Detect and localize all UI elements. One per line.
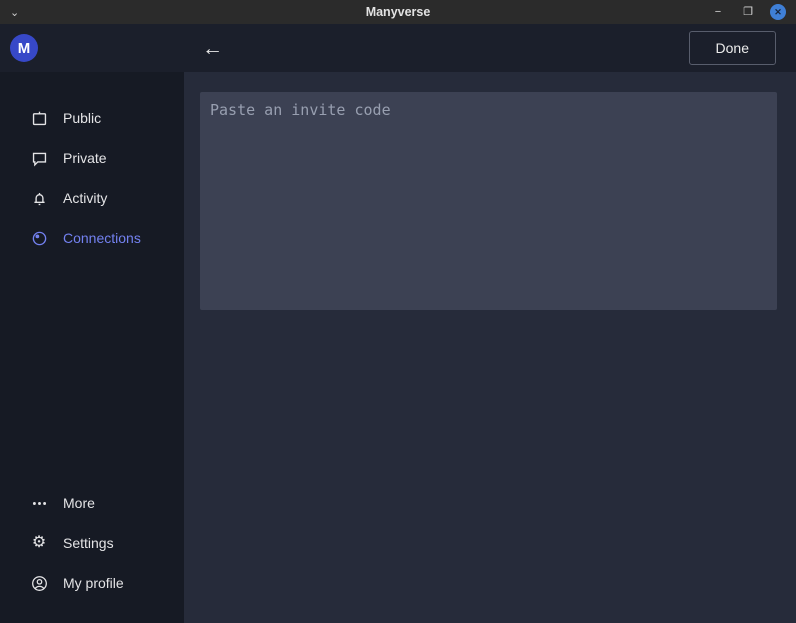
settings-icon: ⚙ <box>30 534 48 552</box>
main-area <box>184 72 796 623</box>
back-arrow-icon[interactable]: ← <box>202 38 223 59</box>
activity-icon <box>30 189 48 207</box>
close-button[interactable]: ✕ <box>770 4 786 20</box>
restore-button[interactable]: ❐ <box>740 4 756 20</box>
sidebar-item-public[interactable]: Public <box>0 98 184 138</box>
window-menu-chevron-icon[interactable]: ⌄ <box>10 6 19 19</box>
sidebar-item-label: Settings <box>63 535 114 551</box>
sidebar-item-label: My profile <box>63 575 124 591</box>
titlebar: ⌄ Manyverse − ❐ ✕ <box>0 0 796 24</box>
connections-icon <box>30 229 48 247</box>
content-row: Public Private Activity <box>0 72 796 623</box>
sidebar: Public Private Activity <box>0 72 184 623</box>
manyverse-logo-icon[interactable]: M <box>10 34 38 62</box>
sidebar-item-activity[interactable]: Activity <box>0 178 184 218</box>
sidebar-item-connections[interactable]: Connections <box>0 218 184 258</box>
sidebar-item-label: Activity <box>63 190 107 206</box>
app-header: M ← Done <box>0 24 796 72</box>
private-icon <box>30 149 48 167</box>
public-icon <box>30 109 48 127</box>
minimize-button[interactable]: − <box>710 4 726 20</box>
sidebar-item-label: Connections <box>63 230 141 246</box>
sidebar-item-more[interactable]: More <box>0 483 184 523</box>
sidebar-item-private[interactable]: Private <box>0 138 184 178</box>
profile-icon <box>30 574 48 592</box>
done-button[interactable]: Done <box>689 31 776 65</box>
sidebar-item-my-profile[interactable]: My profile <box>0 563 184 603</box>
invite-code-input[interactable] <box>200 92 777 310</box>
sidebar-item-label: Public <box>63 110 101 126</box>
window-title: Manyverse <box>0 5 796 19</box>
window-controls: − ❐ ✕ <box>710 4 796 20</box>
sidebar-item-label: Private <box>63 150 107 166</box>
more-icon <box>30 494 48 512</box>
sidebar-item-settings[interactable]: ⚙ Settings <box>0 523 184 563</box>
sidebar-item-label: More <box>63 495 95 511</box>
sidebar-spacer <box>0 258 184 483</box>
